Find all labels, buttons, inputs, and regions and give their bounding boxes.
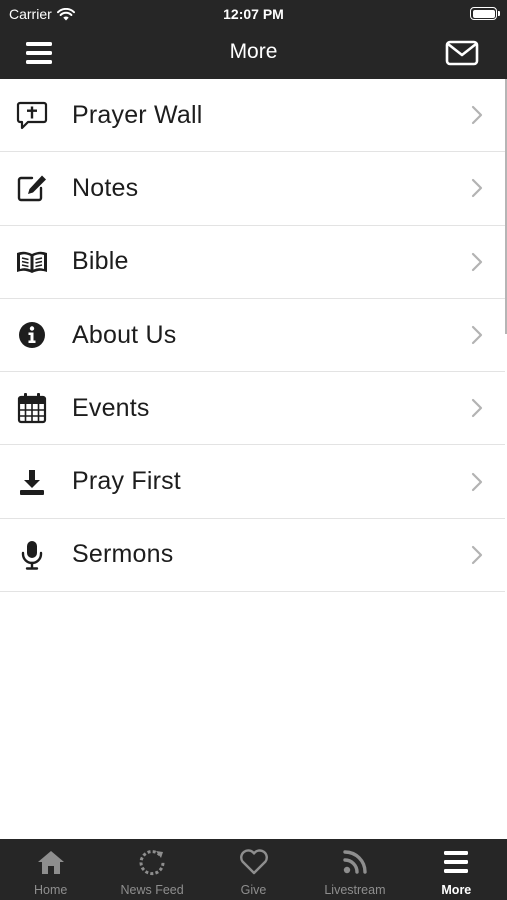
status-bar: Carrier 12:07 PM <box>0 0 507 28</box>
menu-item-label: Sermons <box>72 540 174 569</box>
menu-item-label: About Us <box>72 320 177 349</box>
chevron-right-icon <box>471 472 483 491</box>
chevron-right-icon <box>471 252 483 271</box>
chevron-right-icon <box>471 545 483 565</box>
chevron-right-icon <box>471 325 483 345</box>
menu-item-label: Notes <box>72 173 139 202</box>
chevron-right-icon <box>471 106 483 125</box>
calendar-icon <box>15 391 49 425</box>
envelope-icon <box>445 40 479 66</box>
menu-item-label: Prayer Wall <box>72 100 203 129</box>
download-icon <box>15 465 49 499</box>
open-book-icon <box>15 245 49 279</box>
tab-label: More <box>441 883 472 897</box>
tab-livestream[interactable]: Livestream <box>304 839 405 900</box>
navigation-bar: More <box>0 28 507 79</box>
menu-item-bible[interactable]: Bible <box>0 225 505 299</box>
more-menu-list: Prayer Wall Notes Bible About Us Events … <box>0 79 505 593</box>
chevron-right-icon <box>471 399 483 418</box>
microphone-icon <box>15 538 49 572</box>
more-screen: Carrier 12:07 PM More Prayer Wall Notes … <box>0 0 507 900</box>
menu-item-prayer-wall[interactable]: Prayer Wall <box>0 79 505 153</box>
hamburger-menu-icon <box>441 847 471 877</box>
menu-item-events[interactable]: Events <box>0 372 505 446</box>
tab-give[interactable]: Give <box>203 839 304 900</box>
home-icon <box>36 847 66 877</box>
battery-icon <box>470 7 500 20</box>
top-bar: Carrier 12:07 PM More <box>0 0 507 79</box>
menu-item-sermons[interactable]: Sermons <box>0 518 505 593</box>
heart-icon <box>239 847 269 877</box>
messages-button[interactable] <box>445 39 479 67</box>
menu-item-notes[interactable]: Notes <box>0 152 505 226</box>
tab-home[interactable]: Home <box>0 839 101 900</box>
rss-icon <box>340 847 370 877</box>
tab-bar: Home News Feed Give Livestream More <box>0 839 507 900</box>
menu-item-label: Bible <box>72 247 129 276</box>
menu-item-label: Events <box>72 393 150 422</box>
tab-label: Home <box>34 883 68 897</box>
info-circle-icon <box>15 318 49 352</box>
page-title: More <box>229 40 278 63</box>
menu-item-label: Pray First <box>72 467 181 496</box>
chevron-right-icon <box>471 179 483 198</box>
pencil-square-icon <box>15 171 49 205</box>
tab-label: News Feed <box>120 883 184 897</box>
status-time: 12:07 PM <box>223 6 284 22</box>
menu-item-about-us[interactable]: About Us <box>0 298 505 373</box>
tab-label: Give <box>240 883 267 897</box>
refresh-icon <box>137 847 167 877</box>
tab-news-feed[interactable]: News Feed <box>101 839 202 900</box>
tab-more[interactable]: More <box>406 839 507 900</box>
menu-item-pray-first[interactable]: Pray First <box>0 445 505 519</box>
prayer-chat-cross-icon <box>15 98 49 132</box>
tab-label: Livestream <box>324 883 386 897</box>
